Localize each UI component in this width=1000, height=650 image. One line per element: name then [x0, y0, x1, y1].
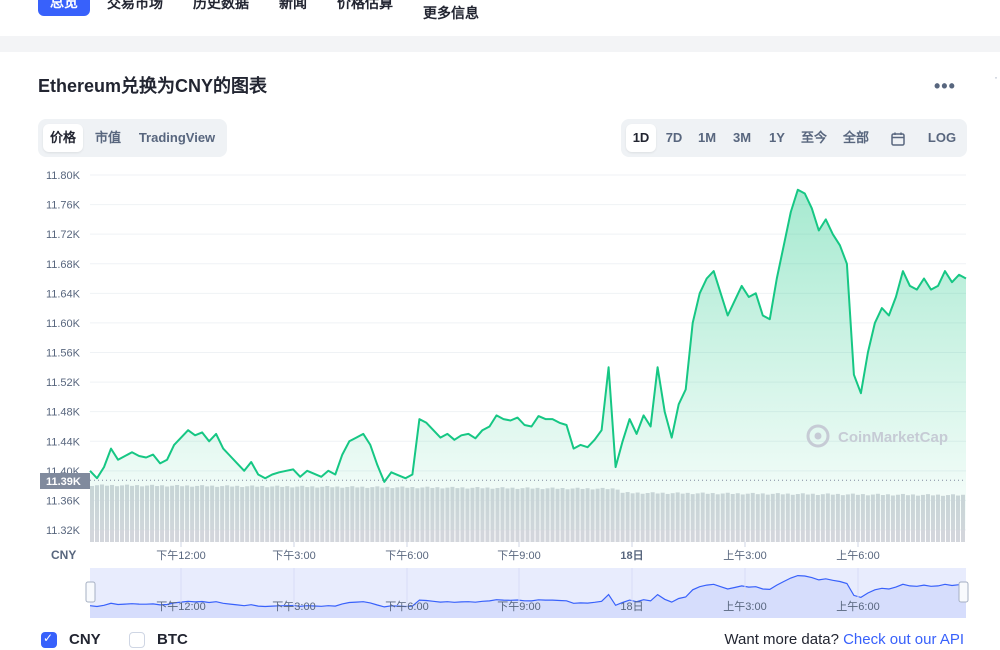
range-1m[interactable]: 1M — [692, 124, 722, 152]
chart-watermark: CoinMarketCap — [838, 429, 948, 446]
y-tick-label: 11.36K — [46, 495, 81, 507]
y-tick-label: 11.80K — [46, 170, 81, 182]
nav-tab-more-info[interactable]: 更多信息 — [423, 4, 479, 28]
y-tick-label: 11.76K — [46, 200, 81, 212]
nav-tab-price-estimate[interactable]: 价格估算 — [337, 0, 393, 18]
x-tick-label: 下午12:00 — [156, 549, 206, 562]
range-navigator[interactable]: 下午12:00 下午3:00 下午6:00 下午9:00 18日 上午3:00 上午6:00 — [0, 566, 1000, 622]
navigator-x-tick-label: 上午3:00 — [723, 600, 766, 613]
y-tick-label: 11.48K — [46, 407, 81, 419]
y-tick-label: 11.52K — [46, 377, 81, 389]
navigator-x-tick-label: 18日 — [620, 601, 643, 613]
btc-checkbox[interactable] — [129, 632, 145, 648]
y-tick-label: 11.56K — [46, 348, 81, 360]
navigator-right-handle[interactable] — [958, 581, 969, 603]
y-tick-label: 11.32K — [46, 525, 81, 537]
x-tick-label: 下午6:00 — [385, 549, 428, 562]
api-promo-text: Want more data? — [724, 631, 839, 648]
x-tick-label: 18日 — [620, 549, 643, 562]
navigator-left-handle[interactable] — [85, 581, 96, 603]
nav-tab-overview[interactable]: 总览 — [38, 0, 90, 16]
price-area — [90, 189, 966, 531]
current-price-label: 11.39K — [46, 476, 81, 488]
y-tick-label: 11.68K — [46, 259, 81, 271]
range-all[interactable]: 全部 — [837, 124, 875, 152]
chart-title: Ethereum兑换为CNY的图表 — [38, 76, 268, 96]
time-range-tabs: 1D 7D 1M 3M 1Y 至今 全部 LOG — [621, 119, 967, 157]
range-7d[interactable]: 7D — [659, 124, 689, 152]
cny-checkbox[interactable] — [41, 631, 57, 648]
currency-axis-label: CNY — [51, 548, 76, 562]
top-nav: 总览 交易市场 历史数据 新闻 价格估算 更多信息 — [0, 0, 1000, 36]
navigator-x-tick-label: 下午6:00 — [385, 600, 428, 613]
tab-market-cap[interactable]: 市值 — [88, 124, 128, 152]
x-tick-label: 上午3:00 — [723, 549, 766, 562]
range-ytd[interactable]: 至今 — [797, 124, 831, 152]
log-scale-toggle[interactable]: LOG — [923, 124, 961, 152]
tab-price[interactable]: 价格 — [43, 124, 83, 152]
range-3m[interactable]: 3M — [727, 124, 757, 152]
more-horizontal-icon[interactable]: ••• — [934, 76, 956, 97]
edge-dot-icon: · — [994, 70, 998, 84]
y-tick-label: 11.64K — [46, 288, 81, 300]
nav-tab-markets[interactable]: 交易市场 — [107, 0, 163, 18]
x-tick-label: 下午3:00 — [272, 549, 315, 562]
price-chart[interactable]: 11.80K 11.76K 11.72K 11.68K 11.64K 11.60K 11.5… — [0, 160, 1000, 570]
x-tick-label: 下午9:00 — [497, 549, 540, 562]
legend-row: CNY BTC Want more data? Check out our AP… — [0, 624, 1000, 650]
chart-type-tabs: 价格 市值 TradingView — [38, 119, 227, 157]
navigator-x-tick-label: 下午9:00 — [497, 600, 540, 613]
navigator-x-tick-label: 下午3:00 — [272, 600, 315, 613]
btc-label: BTC — [157, 631, 188, 648]
navigator-x-tick-label: 下午12:00 — [156, 600, 206, 613]
nav-tab-historical-data[interactable]: 历史数据 — [193, 0, 249, 18]
api-promo: Want more data? Check out our API — [724, 631, 964, 648]
tab-tradingview[interactable]: TradingView — [133, 124, 221, 152]
navigator-x-tick-label: 上午6:00 — [836, 600, 879, 613]
y-tick-label: 11.72K — [46, 229, 81, 241]
y-tick-label: 11.44K — [46, 436, 81, 448]
section-separator — [0, 36, 1000, 52]
x-tick-label: 上午6:00 — [836, 549, 879, 562]
y-tick-label: 11.60K — [46, 318, 81, 330]
api-link[interactable]: Check out our API — [843, 631, 964, 648]
price-chart-svg: 11.80K 11.76K 11.72K 11.68K 11.64K 11.60K 11.5… — [40, 170, 967, 562]
calendar-icon[interactable] — [883, 124, 913, 152]
range-1y[interactable]: 1Y — [762, 124, 792, 152]
range-1d[interactable]: 1D — [626, 124, 656, 152]
nav-tab-news[interactable]: 新闻 — [279, 0, 307, 18]
cny-label: CNY — [69, 631, 101, 648]
